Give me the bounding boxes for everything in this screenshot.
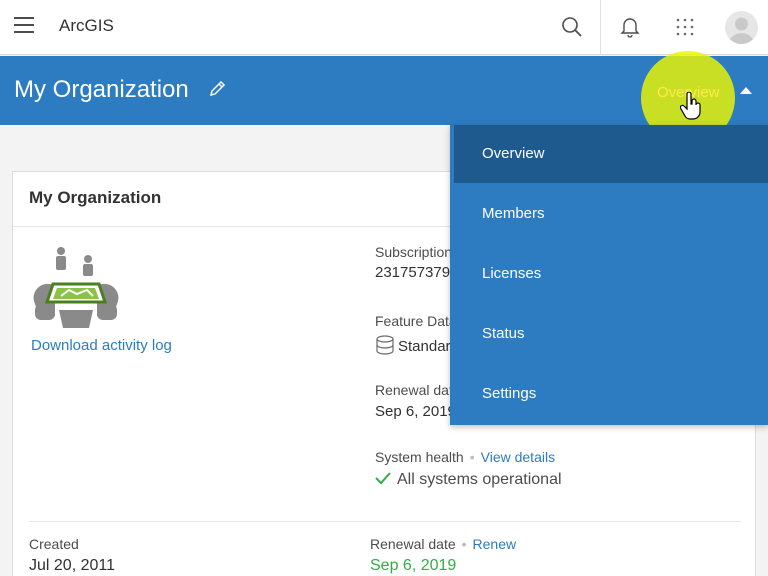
- created-value: Jul 20, 2011: [29, 557, 115, 574]
- bottom-renewal-row: Renewal date • Renew: [370, 536, 516, 552]
- bell-icon[interactable]: [615, 12, 645, 42]
- system-status-row: All systems operational: [375, 471, 562, 489]
- feature-data-value: Standar: [398, 338, 451, 355]
- subscription-value: 231757379: [375, 264, 451, 281]
- search-icon[interactable]: [557, 12, 587, 42]
- organization-meeting-icon: [33, 244, 119, 328]
- feature-data-value-row: Standar: [375, 335, 451, 355]
- menu-item-status[interactable]: Status: [454, 305, 768, 363]
- created-label: Created: [29, 536, 79, 552]
- system-health-label: System health: [375, 449, 464, 465]
- system-health-row: System health • View details: [375, 449, 555, 465]
- system-status-text: All systems operational: [397, 471, 562, 488]
- organization-nav-menu: Overview Members Licenses Status Setting…: [450, 125, 768, 425]
- separator-dot: •: [461, 536, 467, 552]
- view-details-link[interactable]: View details: [481, 449, 555, 465]
- bottom-renewal-label: Renewal date: [370, 536, 456, 552]
- top-navigation-bar: ArcGIS: [0, 0, 768, 55]
- menu-item-overview[interactable]: Overview: [454, 125, 768, 183]
- database-icon: [376, 335, 394, 355]
- pencil-edit-icon[interactable]: [208, 78, 228, 98]
- download-activity-log-link[interactable]: Download activity log: [31, 337, 172, 354]
- caret-up-icon[interactable]: [740, 87, 752, 94]
- section-divider: [29, 521, 741, 522]
- separator-dot: •: [469, 449, 475, 465]
- menu-item-settings[interactable]: Settings: [454, 365, 768, 423]
- app-title[interactable]: ArcGIS: [59, 16, 114, 36]
- renewal-value: Sep 6, 2019: [375, 403, 456, 420]
- menu-item-licenses[interactable]: Licenses: [454, 245, 768, 303]
- checkmark-icon: [375, 472, 391, 485]
- toolbar-divider: [600, 0, 601, 55]
- subscription-label: Subscription: [375, 244, 453, 260]
- menu-item-members[interactable]: Members: [454, 185, 768, 243]
- apps-grid-icon[interactable]: [670, 12, 700, 42]
- renewal-label: Renewal dat: [375, 382, 453, 398]
- user-avatar[interactable]: [725, 11, 758, 44]
- renew-link[interactable]: Renew: [473, 536, 517, 552]
- feature-data-label: Feature Data: [375, 313, 457, 329]
- card-title: My Organization: [29, 188, 162, 207]
- page-title: My Organization: [14, 76, 189, 103]
- menu-icon[interactable]: [14, 17, 34, 35]
- hand-cursor-icon: [679, 91, 702, 120]
- bottom-renewal-value: Sep 6, 2019: [370, 557, 457, 574]
